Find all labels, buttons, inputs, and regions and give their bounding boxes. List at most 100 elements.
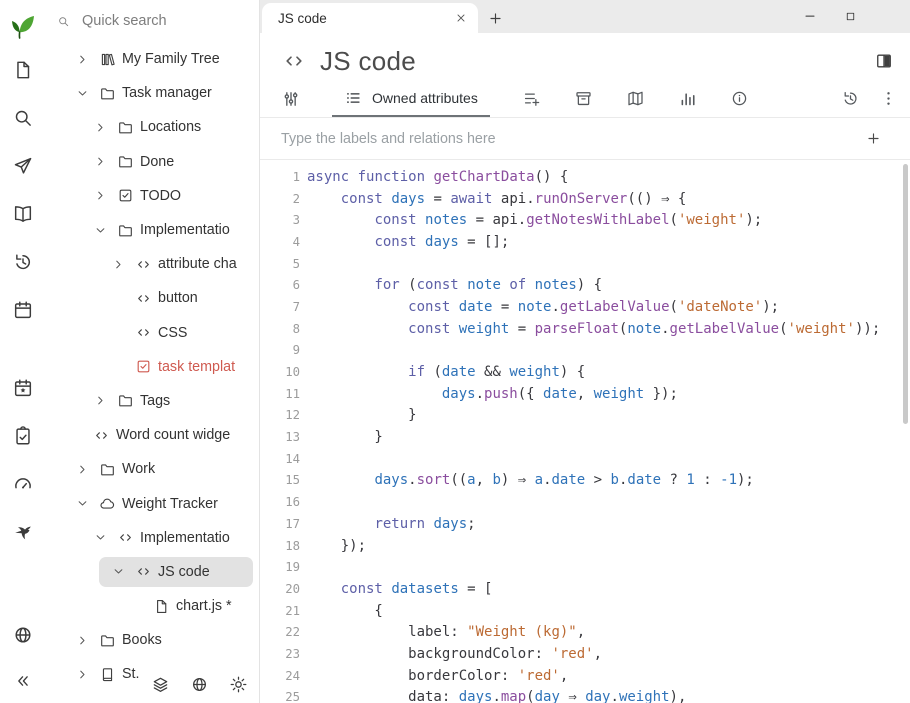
code-line-13[interactable]: 13 } — [260, 426, 910, 448]
tree-gear-button[interactable] — [227, 671, 249, 697]
collapse-chevron-icon[interactable] — [75, 86, 99, 101]
line-number: 21 — [260, 604, 300, 618]
expand-chevron-icon[interactable] — [75, 462, 99, 477]
code-line-7[interactable]: 7 const date = note.getLabelValue('dateN… — [260, 296, 910, 318]
tree-item-done[interactable]: Done — [45, 145, 259, 179]
maximize-button[interactable] — [830, 0, 870, 32]
minimize-button[interactable] — [790, 0, 830, 32]
line-number: 6 — [260, 278, 300, 292]
collapse-sidebar-button[interactable] — [0, 659, 45, 703]
launcher-book-open-button[interactable] — [0, 190, 45, 238]
collapse-chevron-icon[interactable] — [111, 564, 135, 579]
collapse-chevron-icon[interactable] — [75, 496, 99, 511]
code-line-17[interactable]: 17 return days; — [260, 513, 910, 535]
new-tab-button[interactable] — [478, 3, 512, 33]
launcher-new-note-button[interactable] — [0, 46, 45, 94]
tree-item-word-count-widge[interactable]: Word count widge — [45, 418, 259, 452]
editor-scrollbar[interactable] — [903, 164, 908, 424]
tree-item-tags[interactable]: Tags — [45, 384, 259, 418]
add-attribute-button[interactable] — [865, 130, 882, 147]
tree-item-task-manager[interactable]: Task manager — [45, 76, 259, 110]
code-line-15[interactable]: 15 days.sort((a, b) ⇒ a.date > b.date ? … — [260, 470, 910, 492]
tree-item-task-templat[interactable]: task templat — [45, 350, 259, 384]
tree-item-books[interactable]: Books — [45, 623, 259, 657]
ribbon-info-button[interactable] — [714, 80, 766, 117]
tab-close-button[interactable] — [454, 11, 468, 25]
launcher-calendar-button[interactable] — [0, 286, 45, 334]
expand-chevron-icon[interactable] — [75, 633, 99, 648]
app-logo[interactable] — [8, 8, 38, 46]
expand-chevron-icon[interactable] — [75, 52, 99, 67]
tab-js-code[interactable]: JS code — [262, 3, 478, 33]
code-line-22[interactable]: 22 label: "Weight (kg)", — [260, 621, 910, 643]
launcher-history-button[interactable] — [0, 238, 45, 286]
code-line-1[interactable]: 1async function getChartData() { — [260, 166, 910, 188]
code-line-16[interactable]: 16 — [260, 491, 910, 513]
launcher-search-button[interactable] — [0, 94, 45, 142]
launcher-calendar-star-button[interactable] — [0, 364, 45, 412]
code-line-18[interactable]: 18 }); — [260, 535, 910, 557]
collapse-chevron-icon[interactable] — [93, 223, 117, 238]
launcher-send-button[interactable] — [0, 142, 45, 190]
code-line-11[interactable]: 11 days.push({ date, weight }); — [260, 383, 910, 405]
tree-item-locations[interactable]: Locations — [45, 110, 259, 144]
code-line-9[interactable]: 9 — [260, 340, 910, 362]
note-revisions-history-button[interactable] — [828, 80, 872, 117]
ribbon-sliders-button[interactable] — [276, 80, 306, 117]
code-line-24[interactable]: 24 borderColor: 'red', — [260, 665, 910, 687]
ribbon-list-plus-button[interactable] — [506, 80, 558, 117]
expand-chevron-icon[interactable] — [93, 188, 117, 203]
tree-item-css[interactable]: CSS — [45, 316, 259, 350]
expand-chevron-icon[interactable] — [93, 154, 117, 169]
note-actions-menu-button[interactable] — [872, 80, 904, 117]
quick-search[interactable]: Quick search — [45, 0, 259, 42]
code-line-6[interactable]: 6 for (const note of notes) { — [260, 274, 910, 296]
ribbon-bar-chart-button[interactable] — [662, 80, 714, 117]
launcher-bird-button[interactable] — [0, 508, 45, 556]
launcher-globe-button[interactable] — [0, 611, 45, 659]
tree-item-label: button — [158, 290, 198, 306]
code-editor[interactable]: 1async function getChartData() {2 const … — [260, 160, 910, 703]
ribbon-tab-owned-attributes[interactable]: Owned attributes — [332, 80, 490, 117]
tree-item-todo[interactable]: TODO — [45, 179, 259, 213]
tree-item-attribute-cha[interactable]: attribute cha — [45, 247, 259, 281]
code-line-10[interactable]: 10 if (date && weight) { — [260, 361, 910, 383]
expand-chevron-icon[interactable] — [93, 393, 117, 408]
code-line-12[interactable]: 12 } — [260, 405, 910, 427]
note-title[interactable]: JS code — [320, 46, 860, 77]
file-icon — [153, 598, 170, 615]
tree-item-button[interactable]: button — [45, 281, 259, 315]
code-line-4[interactable]: 4 const days = []; — [260, 231, 910, 253]
code-line-2[interactable]: 2 const days = await api.runOnServer(() … — [260, 188, 910, 210]
launcher-gauge-button[interactable] — [0, 460, 45, 508]
expand-chevron-icon[interactable] — [75, 667, 99, 682]
tree-item-js-code[interactable]: JS code — [45, 555, 259, 589]
code-line-19[interactable]: 19 — [260, 556, 910, 578]
attribute-editor[interactable]: Type the labels and relations here — [260, 118, 910, 160]
tree-item-chart-js[interactable]: chart.js * — [45, 589, 259, 623]
code-line-3[interactable]: 3 const notes = api.getNotesWithLabel('w… — [260, 209, 910, 231]
tree-item-implementatio[interactable]: Implementatio — [45, 521, 259, 555]
collapse-chevron-icon[interactable] — [93, 530, 117, 545]
close-button[interactable] — [870, 0, 910, 32]
tree-layers-button[interactable] — [149, 671, 171, 697]
tree-item-my-family-tree[interactable]: My Family Tree — [45, 42, 259, 76]
code-line-23[interactable]: 23 backgroundColor: 'red', — [260, 643, 910, 665]
code-line-20[interactable]: 20 const datasets = [ — [260, 578, 910, 600]
launcher-tasks-button[interactable] — [0, 412, 45, 460]
code-line-21[interactable]: 21 { — [260, 600, 910, 622]
note-type-button[interactable] — [282, 49, 306, 73]
code-line-8[interactable]: 8 const weight = parseFloat(note.getLabe… — [260, 318, 910, 340]
code-line-5[interactable]: 5 — [260, 253, 910, 275]
code-line-25[interactable]: 25 data: days.map(day ⇒ day.weight), — [260, 687, 910, 703]
code-line-14[interactable]: 14 — [260, 448, 910, 470]
tree-item-implementatio[interactable]: Implementatio — [45, 213, 259, 247]
expand-chevron-icon[interactable] — [111, 257, 135, 272]
split-view-button[interactable] — [874, 51, 894, 71]
ribbon-archive-button[interactable] — [558, 80, 610, 117]
ribbon-map-button[interactable] — [610, 80, 662, 117]
tree-item-work[interactable]: Work — [45, 452, 259, 486]
expand-chevron-icon[interactable] — [93, 120, 117, 135]
tree-globe-button[interactable] — [188, 671, 210, 697]
tree-item-weight-tracker[interactable]: Weight Tracker — [45, 486, 259, 520]
